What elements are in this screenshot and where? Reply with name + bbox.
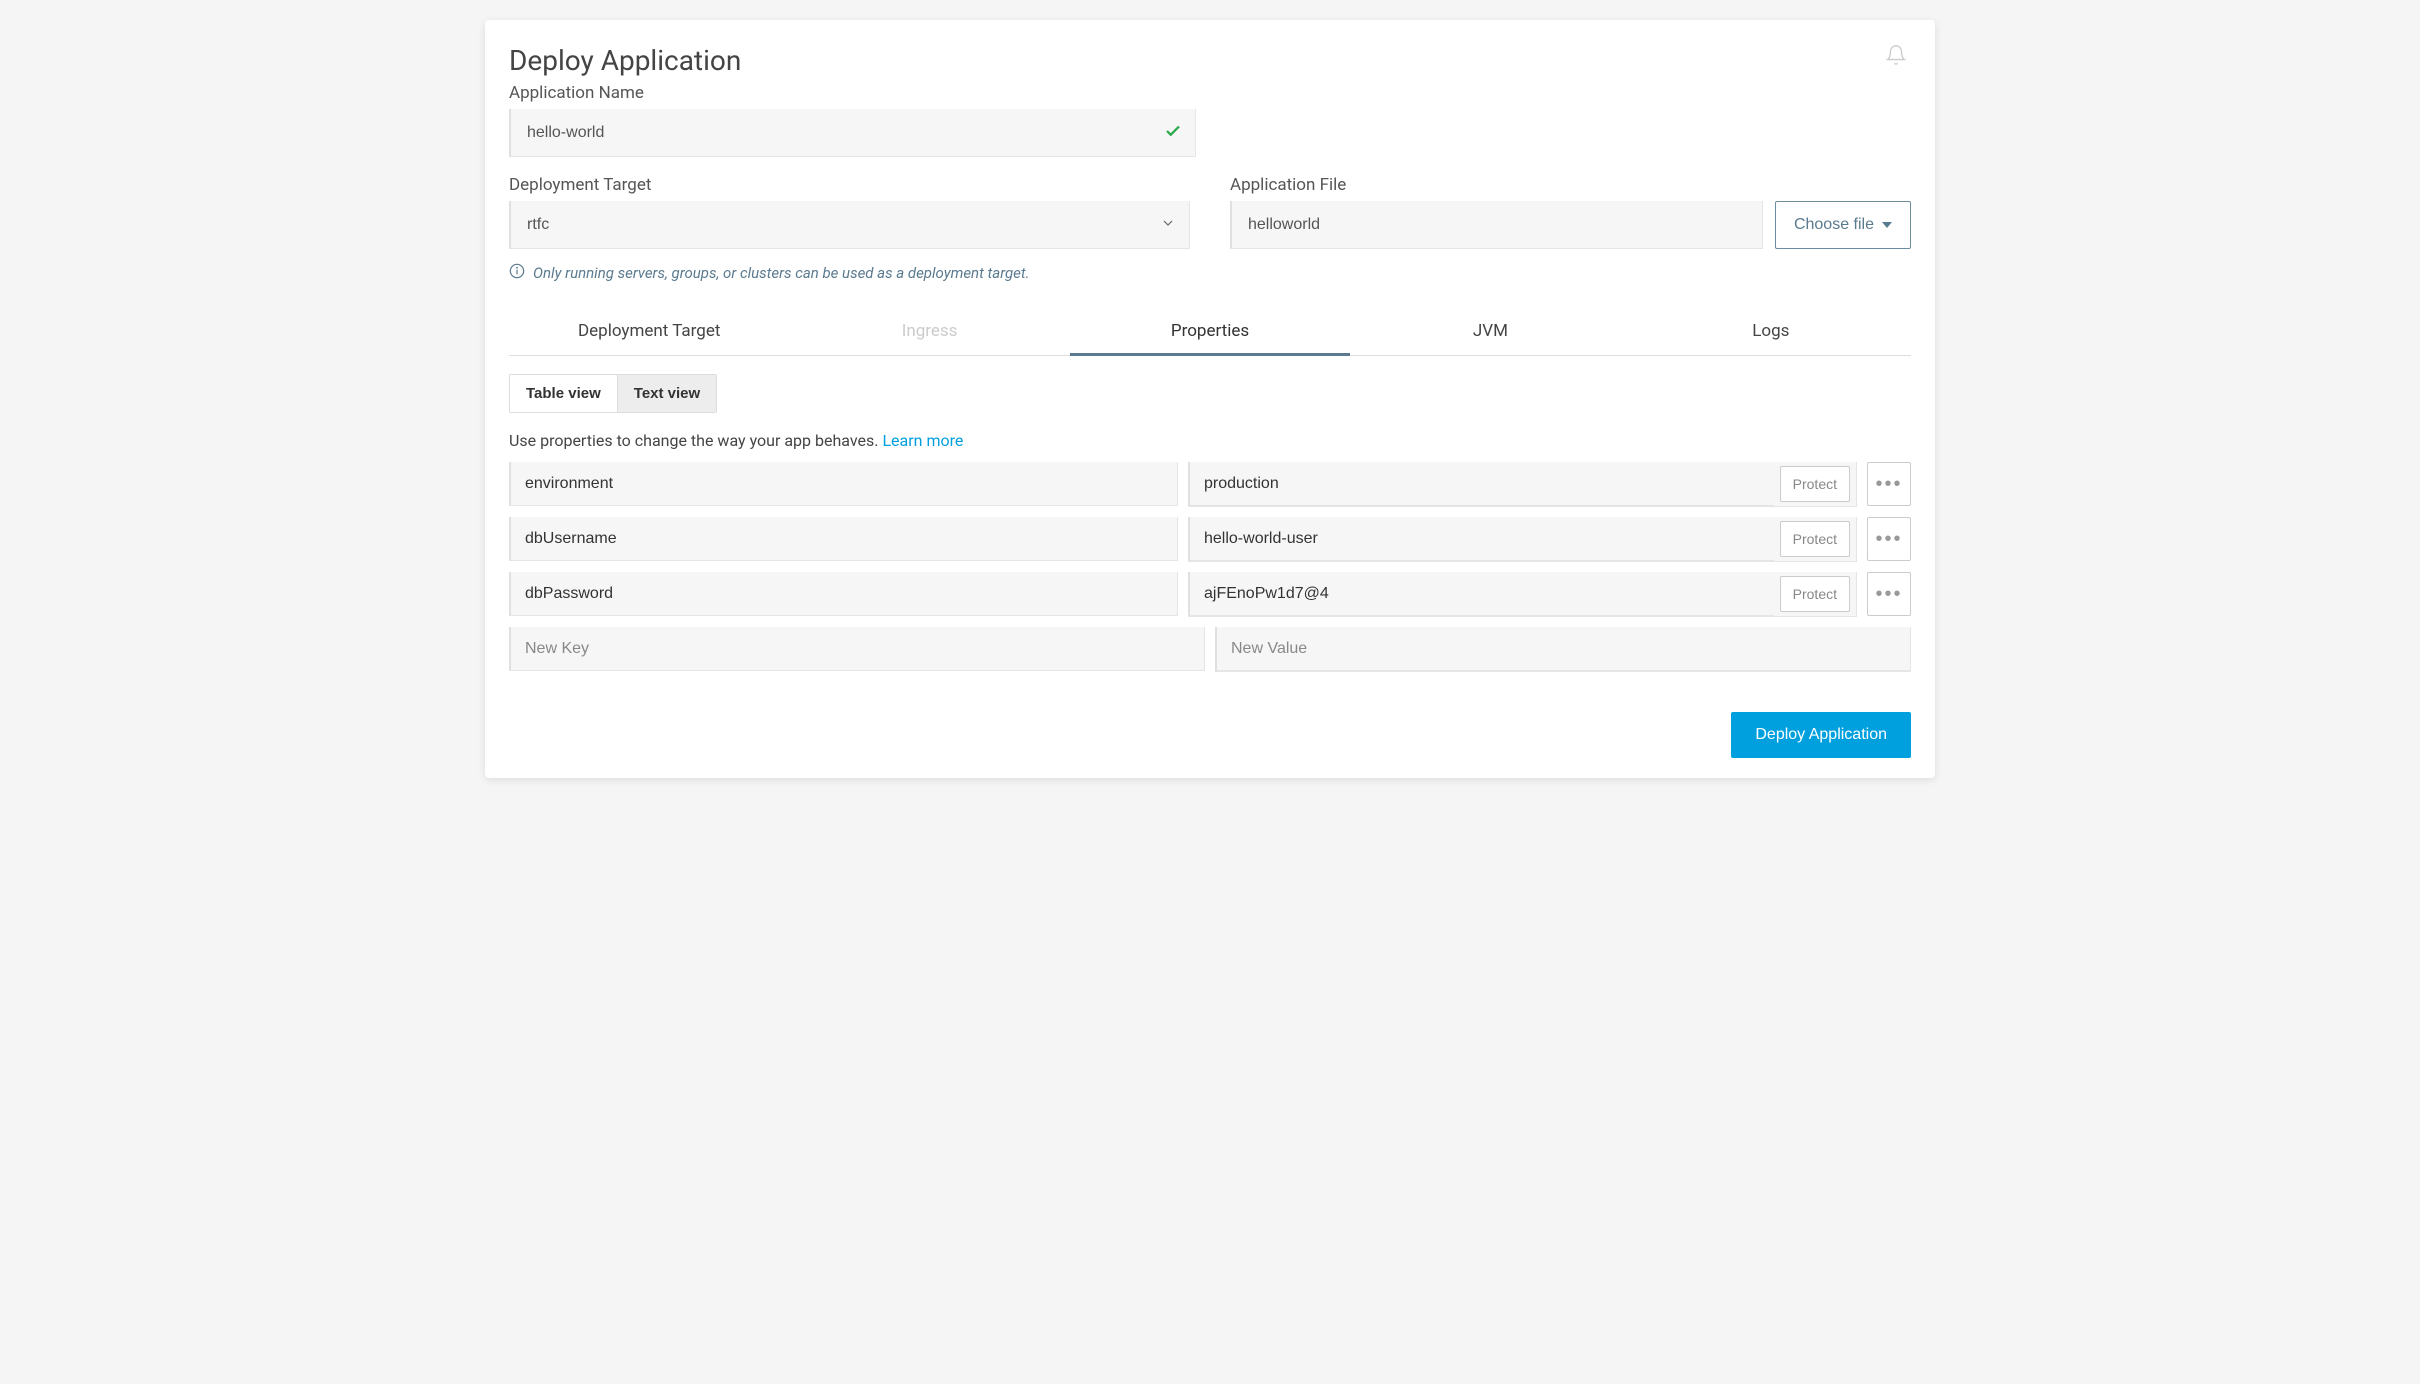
new-key-input[interactable]	[509, 627, 1205, 671]
deploy-application-button[interactable]: Deploy Application	[1731, 712, 1911, 758]
footer: Deploy Application	[509, 712, 1911, 758]
check-icon	[1164, 122, 1182, 144]
tabs-bar: Deployment Target Ingress Properties JVM…	[509, 307, 1911, 356]
info-icon	[509, 263, 525, 283]
more-options-button[interactable]: •••	[1867, 517, 1911, 561]
notifications-bell-icon[interactable]	[1885, 44, 1907, 70]
property-value-input[interactable]	[1188, 462, 1774, 506]
property-value-input[interactable]	[1188, 572, 1774, 616]
choose-file-label: Choose file	[1794, 216, 1874, 234]
property-row: Protect •••	[509, 517, 1911, 562]
learn-more-link[interactable]: Learn more	[882, 431, 963, 450]
tab-logs[interactable]: Logs	[1631, 307, 1911, 356]
property-key-input[interactable]	[509, 517, 1178, 561]
table-view-button[interactable]: Table view	[510, 375, 617, 412]
page-title: Deploy Application	[509, 44, 1911, 77]
more-options-button[interactable]: •••	[1867, 572, 1911, 616]
tab-deployment-target[interactable]: Deployment Target	[509, 307, 789, 356]
caret-down-icon	[1882, 222, 1892, 228]
choose-file-button[interactable]: Choose file	[1775, 201, 1911, 249]
property-row: Protect •••	[509, 572, 1911, 617]
ellipsis-icon: •••	[1875, 528, 1902, 551]
tab-jvm[interactable]: JVM	[1350, 307, 1630, 356]
ellipsis-icon: •••	[1875, 473, 1902, 496]
view-toggle: Table view Text view	[509, 374, 717, 413]
properties-help-text: Use properties to change the way your ap…	[509, 431, 1911, 450]
property-new-row	[509, 627, 1911, 672]
new-value-input[interactable]	[1217, 627, 1910, 671]
tab-properties[interactable]: Properties	[1070, 307, 1350, 356]
protect-button[interactable]: Protect	[1780, 576, 1850, 612]
ellipsis-icon: •••	[1875, 583, 1902, 606]
deploy-target-label: Deployment Target	[509, 175, 1190, 195]
text-view-button[interactable]: Text view	[617, 375, 716, 412]
info-note-text: Only running servers, groups, or cluster…	[533, 264, 1030, 282]
tab-ingress: Ingress	[789, 307, 1069, 356]
property-value-input[interactable]	[1188, 517, 1774, 561]
deploy-application-card: Deploy Application Application Name Depl…	[485, 20, 1935, 778]
info-note: Only running servers, groups, or cluster…	[509, 263, 1911, 283]
more-options-button[interactable]: •••	[1867, 462, 1911, 506]
property-key-input[interactable]	[509, 572, 1178, 616]
deploy-target-select[interactable]	[509, 201, 1190, 249]
protect-button[interactable]: Protect	[1780, 521, 1850, 557]
app-file-label: Application File	[1230, 175, 1911, 195]
app-name-label: Application Name	[509, 83, 1196, 103]
property-key-input[interactable]	[509, 462, 1178, 506]
properties-table: Protect ••• Protect •••	[509, 462, 1911, 672]
app-name-input[interactable]	[509, 109, 1196, 157]
protect-button[interactable]: Protect	[1780, 466, 1850, 502]
property-row: Protect •••	[509, 462, 1911, 507]
app-file-input[interactable]	[1230, 201, 1763, 249]
